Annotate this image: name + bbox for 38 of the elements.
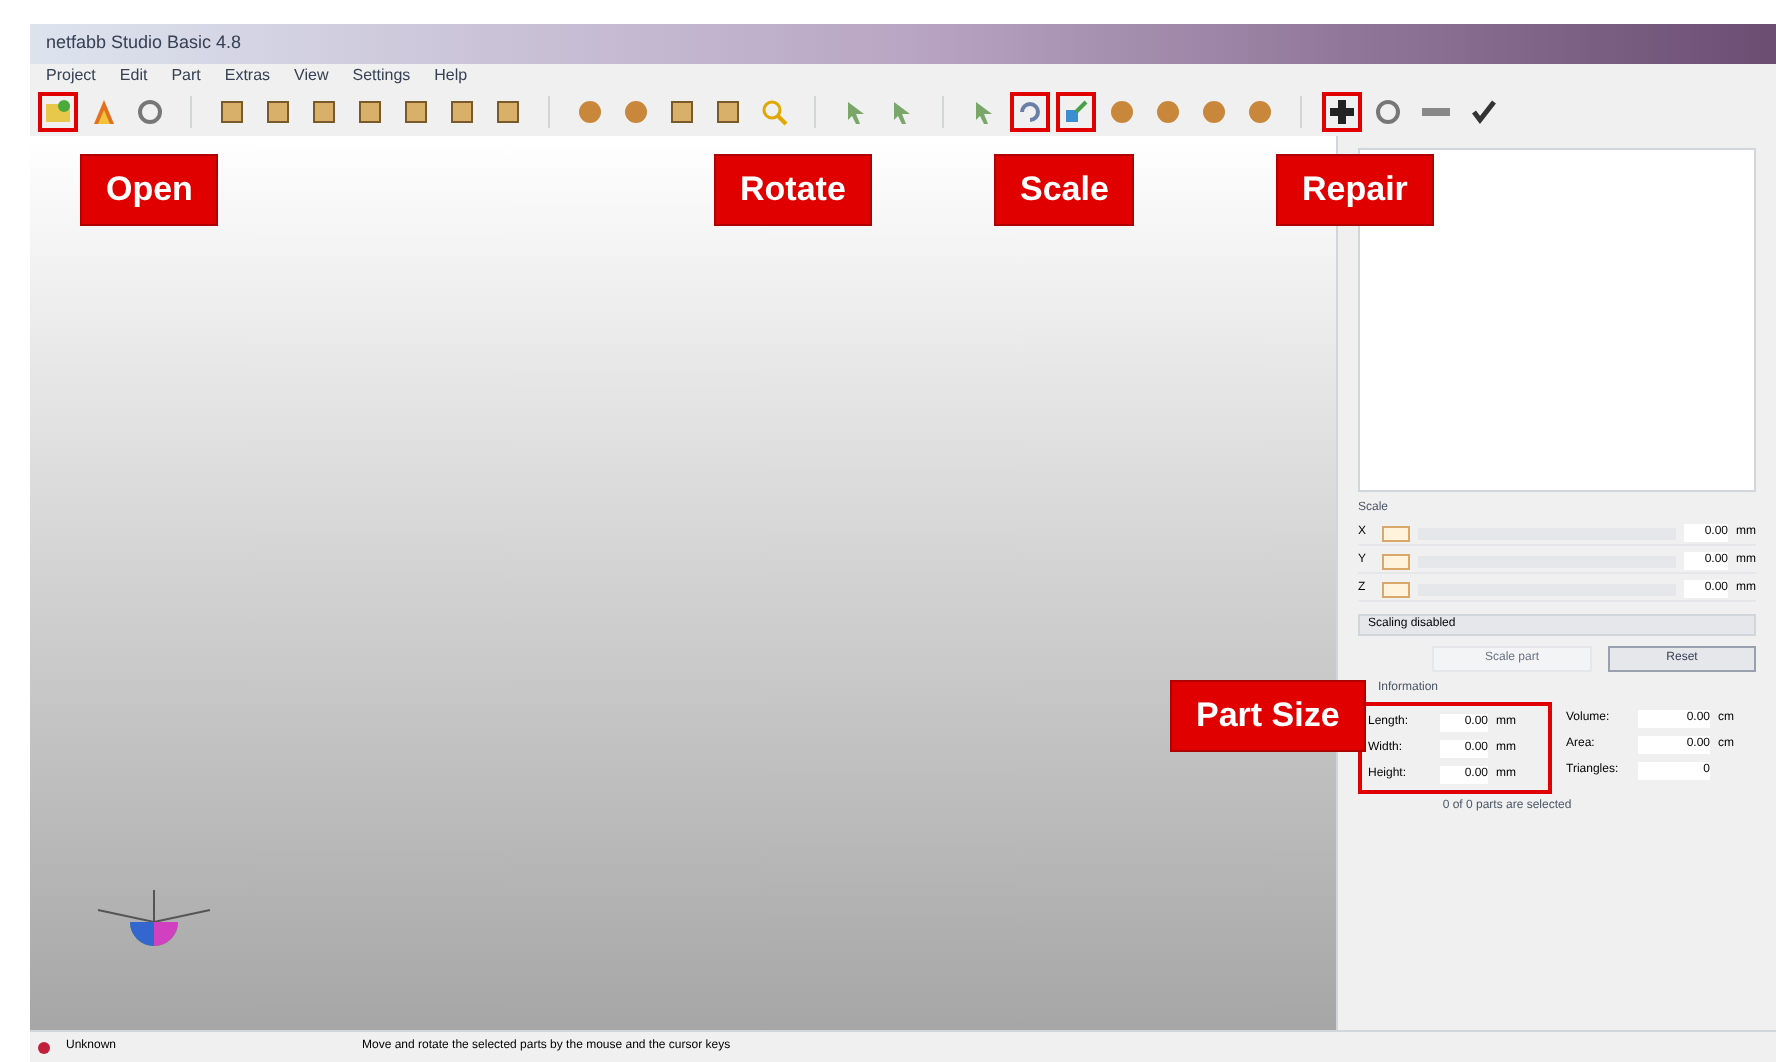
- menu-item[interactable]: Part: [171, 64, 201, 88]
- ball-icon[interactable]: [622, 98, 650, 126]
- cube-icon[interactable]: [218, 98, 246, 126]
- search-icon[interactable]: [760, 98, 788, 126]
- plus-icon[interactable]: [1328, 98, 1356, 126]
- cube-icon[interactable]: [448, 98, 476, 126]
- color-swatch: [1382, 581, 1410, 597]
- ball-icon[interactable]: [576, 98, 604, 126]
- menu-item[interactable]: Edit: [119, 64, 148, 88]
- rotate-icon[interactable]: [1016, 98, 1044, 126]
- cube-icon[interactable]: [494, 98, 522, 126]
- callout-label: Scale: [994, 154, 1135, 225]
- scale-icon[interactable]: [1062, 98, 1090, 126]
- cube-icon[interactable]: [264, 98, 292, 126]
- callout-label: Open: [80, 154, 219, 225]
- cube-icon[interactable]: [668, 98, 696, 126]
- cube-icon[interactable]: [402, 98, 430, 126]
- menu-item[interactable]: View: [294, 64, 329, 88]
- ball-icon[interactable]: [1154, 98, 1182, 126]
- ball-icon[interactable]: [1246, 98, 1274, 126]
- window-title: netfabb Studio Basic 4.8: [46, 30, 242, 57]
- check-icon[interactable]: [1470, 98, 1498, 126]
- cube-icon[interactable]: [356, 98, 384, 126]
- menu-item[interactable]: Settings: [352, 64, 411, 88]
- callout-label: Part Size: [1170, 680, 1366, 751]
- callout-label: Rotate: [714, 154, 872, 225]
- ball-icon[interactable]: [1200, 98, 1228, 126]
- menu-item[interactable]: Project: [46, 64, 96, 88]
- color-swatch: [1382, 525, 1410, 541]
- flame-icon[interactable]: [90, 98, 118, 126]
- menu-item[interactable]: Help: [434, 64, 468, 88]
- cube-icon[interactable]: [714, 98, 742, 126]
- ball-icon[interactable]: [1108, 98, 1136, 126]
- callout-label: Repair: [1276, 154, 1434, 225]
- folder-icon[interactable]: [44, 98, 72, 126]
- color-swatch: [1382, 553, 1410, 569]
- menu-item[interactable]: Extras: [224, 64, 271, 88]
- cube-icon[interactable]: [310, 98, 338, 126]
